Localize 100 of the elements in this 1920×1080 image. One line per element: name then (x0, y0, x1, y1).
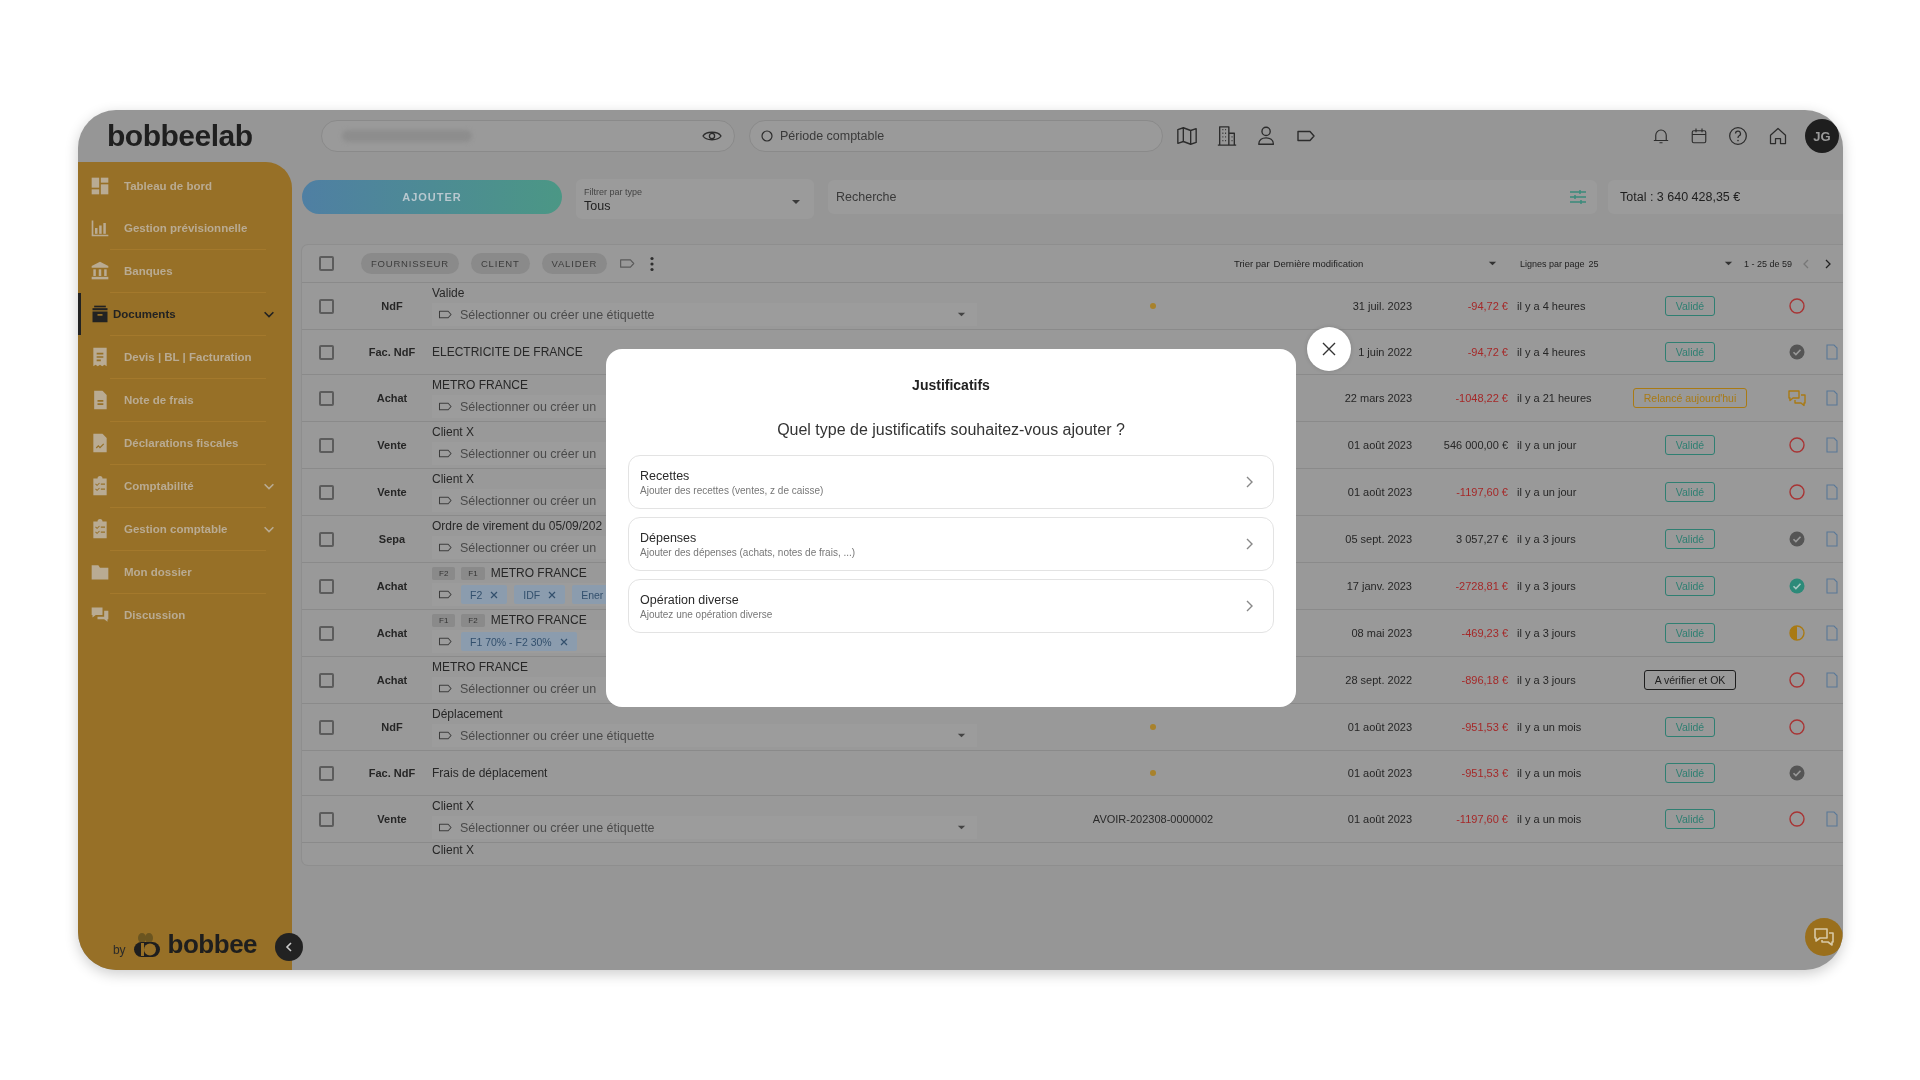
tag-chip[interactable]: F2 (461, 585, 508, 604)
home-icon[interactable] (1768, 126, 1788, 146)
checkbox[interactable] (319, 765, 334, 781)
option-card[interactable]: Recettes Ajouter des recettes (ventes, z de caisse) (628, 455, 1274, 509)
chevron-right-icon (1245, 600, 1253, 612)
checkbox[interactable] (319, 625, 334, 641)
tag-icon (438, 729, 454, 742)
option-card[interactable]: Dépenses Ajouter des dépenses (achats, notes de frais, ...) (628, 517, 1274, 571)
document-type: Vente (377, 486, 407, 498)
clipboard-check-icon (90, 476, 110, 496)
chat-icon[interactable] (1788, 389, 1806, 407)
map-icon[interactable] (1176, 125, 1198, 147)
updated-time: il y a 21 heures (1517, 392, 1592, 404)
search-field[interactable]: Recherche (828, 180, 1597, 214)
type-filter-select[interactable]: Filtrer par type Tous (576, 179, 814, 219)
calendar-icon[interactable] (1690, 127, 1708, 145)
row-title: Valide (432, 286, 465, 300)
document-icon[interactable] (1826, 531, 1838, 547)
sidebar-item[interactable]: Devis | BL | Facturation (78, 336, 292, 378)
document-icon[interactable] (1826, 578, 1838, 594)
amount-text: -951,53 € (1461, 767, 1508, 779)
circle-icon[interactable] (1788, 436, 1806, 454)
circle-icon[interactable] (1788, 483, 1806, 501)
document-icon[interactable] (1826, 811, 1838, 827)
page-size-select[interactable]: Lignes par page 25 (1520, 258, 1734, 269)
client-selector-field[interactable] (321, 120, 735, 152)
status-badge: Validé (1664, 296, 1716, 316)
more-icon[interactable] (649, 255, 656, 272)
sidebar-item[interactable]: Comptabilité (78, 465, 292, 507)
check-circle-icon[interactable] (1788, 530, 1806, 548)
tag-chip[interactable]: F1 70% - F2 30% (461, 632, 577, 651)
amount-text: -1197,60 € (1456, 486, 1508, 498)
sidebar-item[interactable]: Tableau de bord (78, 165, 292, 207)
checkbox[interactable] (319, 256, 334, 271)
sidebar-item[interactable]: Mon dossier (78, 551, 292, 593)
updated-time: il y a 3 jours (1517, 627, 1576, 639)
bell-icon[interactable] (1652, 127, 1670, 145)
add-button[interactable]: AJOUTER (302, 180, 562, 214)
row-title: Déplacement (432, 707, 503, 721)
document-type: Achat (376, 392, 408, 404)
sort-select[interactable]: Trier par Dernière modification (1234, 258, 1498, 269)
checkbox[interactable] (319, 437, 334, 453)
check-circle-icon[interactable] (1788, 764, 1806, 782)
collapse-button[interactable] (275, 933, 303, 961)
period-field[interactable]: Période comptable (749, 120, 1163, 152)
sidebar-item[interactable]: Discussion (78, 594, 292, 636)
document-icon[interactable] (1826, 390, 1838, 406)
sidebar-item[interactable]: Gestion prévisionnelle (78, 207, 292, 249)
checkbox[interactable] (319, 344, 334, 360)
help-icon[interactable] (1728, 126, 1748, 146)
close-icon[interactable] (548, 590, 557, 599)
check-circle-icon[interactable] (1788, 577, 1806, 595)
chevron-right-icon (1245, 476, 1253, 488)
sidebar-item[interactable]: Gestion comptable (78, 508, 292, 550)
document-icon[interactable] (1826, 484, 1838, 500)
updated-time: il y a un mois (1517, 721, 1582, 733)
status-badge: A vérifier et OK (1643, 670, 1737, 690)
circle-icon[interactable] (1788, 297, 1806, 315)
circle-icon[interactable] (1788, 671, 1806, 689)
tag-icon (438, 308, 454, 321)
sidebar-item[interactable]: Déclarations fiscales (78, 422, 292, 464)
sliders-icon[interactable] (1569, 189, 1587, 205)
sidebar-item[interactable]: Banques (78, 250, 292, 292)
close-icon[interactable] (490, 590, 499, 599)
updated-time: il y a 3 jours (1517, 674, 1576, 686)
checkbox[interactable] (319, 719, 334, 735)
status-badge: Validé (1664, 482, 1716, 502)
document-icon[interactable] (1826, 437, 1838, 453)
code-chip: F1 (461, 566, 485, 580)
eye-icon[interactable] (702, 129, 722, 143)
circle-icon[interactable] (1788, 718, 1806, 736)
chat-button[interactable] (1805, 918, 1843, 956)
row-title: METRO FRANCE (490, 613, 587, 627)
document-icon[interactable] (1826, 625, 1838, 641)
circle-icon[interactable] (1788, 810, 1806, 828)
document-icon[interactable] (1826, 344, 1838, 360)
close-icon (1322, 342, 1336, 356)
checkbox[interactable] (319, 578, 334, 594)
date-text: 31 juil. 2023 (1352, 300, 1412, 312)
amount-text: -1197,60 € (1456, 813, 1508, 825)
close-icon[interactable] (559, 637, 568, 646)
checkbox[interactable] (319, 390, 334, 406)
check-circle-icon[interactable] (1788, 343, 1806, 361)
half-circle-icon[interactable] (1788, 624, 1806, 642)
status-badge: Validé (1664, 342, 1716, 362)
checkbox[interactable] (319, 811, 334, 827)
building-icon[interactable] (1216, 125, 1238, 147)
checkbox[interactable] (319, 531, 334, 547)
row-title: Client X (432, 425, 475, 439)
document-icon[interactable] (1826, 672, 1838, 688)
user-avatar[interactable]: JG (1805, 119, 1839, 153)
code-chip: F1 (432, 613, 456, 627)
checkbox[interactable] (319, 298, 334, 314)
checkbox[interactable] (319, 484, 334, 500)
status-badge: Validé (1664, 435, 1716, 455)
amount-text: -951,53 € (1461, 721, 1508, 733)
option-card[interactable]: Opération diverse Ajoutez une opération diverse (628, 579, 1274, 633)
tag-chip[interactable]: IDF (514, 585, 566, 604)
checkbox[interactable] (319, 672, 334, 688)
sidebar-item[interactable]: Note de frais (78, 379, 292, 421)
